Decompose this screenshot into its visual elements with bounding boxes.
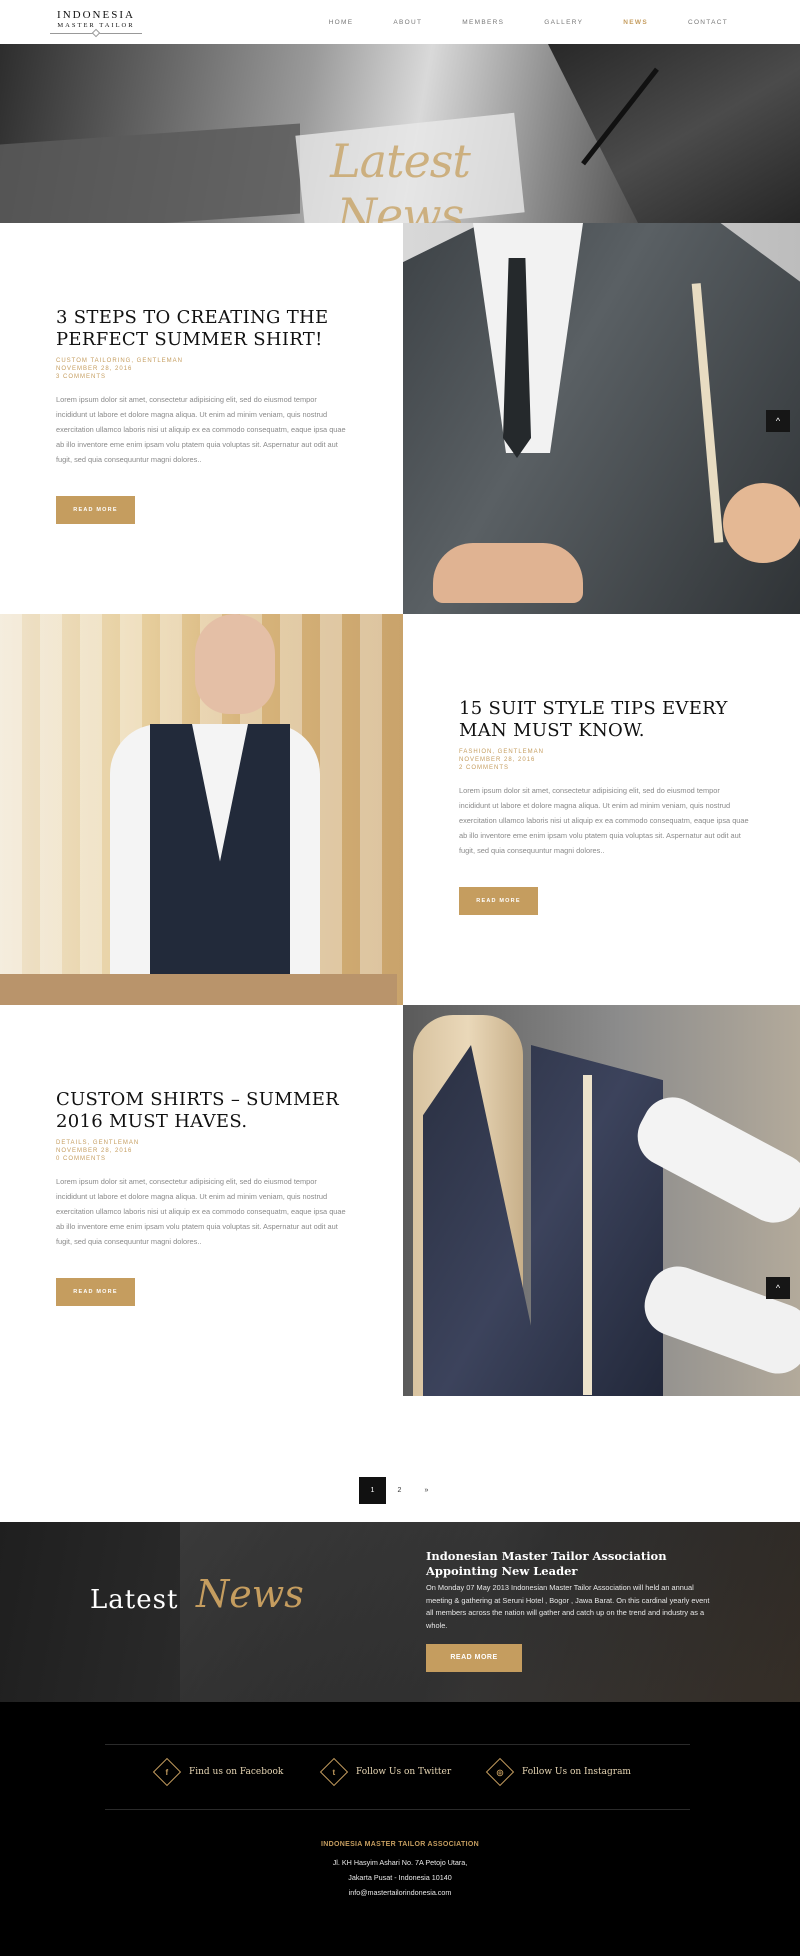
table-shape — [0, 974, 397, 1005]
read-more-button[interactable]: READ MORE — [56, 496, 135, 524]
latest-text: On Monday 07 May 2013 Indonesian Master … — [426, 1583, 710, 1630]
nav-news[interactable]: NEWS — [623, 19, 648, 26]
article-image-mannequin[interactable] — [403, 1005, 800, 1396]
article-title[interactable]: 15 SUIT STYLE TIPS EVERY MAN MUST KNOW. — [459, 698, 759, 742]
page-2-button[interactable]: 2 — [386, 1477, 413, 1504]
chevron-up-icon: ^ — [775, 416, 781, 426]
article-row: 3 STEPS TO CREATING THE PERFECT SUMMER S… — [0, 223, 800, 614]
hero-book-image — [0, 123, 300, 223]
article-meta: DETAILS, GENTLEMAN NOVEMBER 28, 2016 0 C… — [56, 1139, 139, 1163]
article-date: NOVEMBER 28, 2016 — [56, 366, 133, 372]
hand-shape — [723, 483, 800, 563]
article-title[interactable]: CUSTOM SHIRTS – SUMMER 2016 MUST HAVES. — [56, 1089, 356, 1133]
article-meta: CUSTOM TAILORING, GENTLEMAN NOVEMBER 28,… — [56, 357, 183, 381]
footer-org-name: INDONESIA MASTER TAILOR ASSOCIATION — [321, 1841, 479, 1848]
article-categories[interactable]: FASHION, GENTLEMAN — [459, 748, 544, 756]
nav-contact[interactable]: CONTACT — [688, 19, 728, 26]
logo-divider — [44, 28, 148, 38]
social-label: Follow Us on Instagram — [522, 1767, 631, 1777]
article-text: 3 STEPS TO CREATING THE PERFECT SUMMER S… — [0, 223, 403, 614]
article-text: 15 SUIT STYLE TIPS EVERY MAN MUST KNOW. … — [403, 614, 800, 1005]
article-excerpt: Lorem ipsum dolor sit amet, consectetur … — [56, 1177, 346, 1246]
site-footer: f Find us on Facebook t Follow Us on Twi… — [0, 1702, 800, 1956]
footer-address-line: Jakarta Pusat - Indonesia 10140 — [348, 1873, 452, 1882]
site-logo[interactable]: INDONESIA MASTER TAILOR — [44, 9, 148, 38]
social-label: Find us on Facebook — [189, 1767, 284, 1777]
article-excerpt: Lorem ipsum dolor sit amet, consectetur … — [459, 786, 749, 855]
chevron-up-icon: ^ — [775, 1283, 781, 1293]
twitter-icon: t — [319, 1757, 349, 1787]
article-comments[interactable]: 3 COMMENTS — [56, 373, 183, 381]
article-categories[interactable]: CUSTOM TAILORING, GENTLEMAN — [56, 357, 183, 365]
hero-banner: Latest News — [0, 44, 800, 223]
pagination: 1 2 » — [359, 1477, 440, 1504]
latest-heading[interactable]: Indonesian Master Tailor Association App… — [426, 1549, 726, 1579]
article-date: NOVEMBER 28, 2016 — [459, 757, 536, 763]
instagram-icon: ◎ — [485, 1757, 515, 1787]
site-header: INDONESIA MASTER TAILOR HOME ABOUT MEMBE… — [0, 0, 800, 44]
nav-gallery[interactable]: GALLERY — [544, 19, 583, 26]
hero-title: Latest News — [330, 134, 471, 223]
nav-about[interactable]: ABOUT — [393, 19, 422, 26]
footer-email-link[interactable]: info@mastertailorindonesia.com — [0, 1888, 800, 1897]
article-row: CUSTOM SHIRTS – SUMMER 2016 MUST HAVES. … — [0, 1005, 800, 1396]
diamond-icon — [91, 28, 101, 38]
article-image-tailor[interactable] — [0, 614, 403, 1005]
scroll-top-button[interactable]: ^ — [766, 1277, 790, 1299]
main-nav: HOME ABOUT MEMBERS GALLERY NEWS CONTACT — [289, 19, 728, 26]
latest-title-script: News — [196, 1572, 304, 1616]
jacket-shape — [423, 1045, 663, 1396]
article-row: 15 SUIT STYLE TIPS EVERY MAN MUST KNOW. … — [0, 614, 800, 1005]
social-facebook[interactable]: f Find us on Facebook — [152, 1757, 284, 1787]
footer-address-line: Jl. KH Hasyim Ashari No. 7A Petojo Utara… — [332, 1858, 468, 1867]
footer-divider — [105, 1809, 690, 1810]
next-page-button[interactable]: » — [413, 1477, 440, 1504]
article-excerpt: Lorem ipsum dolor sit amet, consectetur … — [56, 395, 346, 464]
measuring-tape-shape — [583, 1075, 592, 1395]
page-1-button[interactable]: 1 — [359, 1477, 386, 1504]
footer-divider — [105, 1744, 690, 1745]
nav-members[interactable]: MEMBERS — [462, 19, 504, 26]
read-more-button[interactable]: READ MORE — [56, 1278, 135, 1306]
social-label: Follow Us on Twitter — [356, 1767, 452, 1777]
read-more-button[interactable]: READ MORE — [459, 887, 538, 915]
facebook-icon: f — [152, 1757, 182, 1787]
latest-read-more-button[interactable]: READ MORE — [426, 1644, 522, 1672]
article-categories[interactable]: DETAILS, GENTLEMAN — [56, 1139, 139, 1147]
latest-news-section: Latest News Indonesian Master Tailor Ass… — [0, 1522, 800, 1702]
article-image-suit[interactable] — [403, 223, 800, 614]
article-comments[interactable]: 2 COMMENTS — [459, 764, 544, 772]
logo-title: INDONESIA — [57, 9, 135, 21]
scroll-top-button[interactable]: ^ — [766, 410, 790, 432]
article-text: CUSTOM SHIRTS – SUMMER 2016 MUST HAVES. … — [0, 1005, 403, 1396]
hand-shape — [433, 543, 583, 603]
article-title[interactable]: 3 STEPS TO CREATING THE PERFECT SUMMER S… — [56, 307, 356, 351]
article-meta: FASHION, GENTLEMAN NOVEMBER 28, 2016 2 C… — [459, 748, 544, 772]
article-date: NOVEMBER 28, 2016 — [56, 1148, 133, 1154]
social-instagram[interactable]: ◎ Follow Us on Instagram — [485, 1757, 631, 1787]
tailor-head-shape — [195, 614, 275, 714]
article-comments[interactable]: 0 COMMENTS — [56, 1155, 139, 1163]
latest-title: Latest — [90, 1585, 179, 1615]
nav-home[interactable]: HOME — [329, 19, 354, 26]
social-twitter[interactable]: t Follow Us on Twitter — [319, 1757, 452, 1787]
